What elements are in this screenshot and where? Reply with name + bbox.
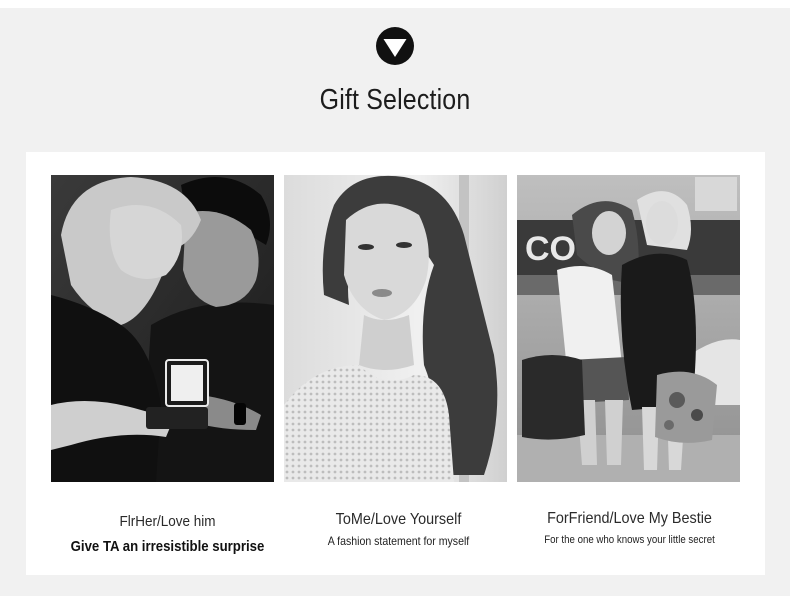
woman-portrait-photo[interactable] xyxy=(284,175,507,482)
svg-text:CO: CO xyxy=(525,230,576,268)
gift-caption-for-friend: ForFriend/Love My Bestie For the one who… xyxy=(507,510,752,546)
page-title: Gift Selection xyxy=(319,84,471,116)
couple-with-ring-box-photo[interactable] xyxy=(51,175,274,482)
gift-caption-for-her: FlrHer/Love him Give TA an irresistible … xyxy=(45,513,290,555)
gift-title: ForFriend/Love My Bestie xyxy=(547,510,712,527)
gift-title: FlrHer/Love him xyxy=(119,513,216,530)
two-friends-hugging-photo[interactable]: CO xyxy=(517,175,740,482)
gift-title: ToMe/Love Yourself xyxy=(335,511,462,528)
down-triangle-in-circle-icon xyxy=(375,26,415,66)
page: Gift Selection CO FlrHer/Love him Give T… xyxy=(0,0,790,596)
gift-caption-to-me: ToMe/Love Yourself A fashion statement f… xyxy=(276,511,521,548)
gift-card-panel: CO FlrHer/Love him Give TA an irresistib… xyxy=(26,152,765,575)
gift-subtitle: A fashion statement for myself xyxy=(327,534,470,548)
gift-subtitle: Give TA an irresistible surprise xyxy=(70,538,265,555)
gift-subtitle: For the one who knows your little secret xyxy=(544,534,715,546)
